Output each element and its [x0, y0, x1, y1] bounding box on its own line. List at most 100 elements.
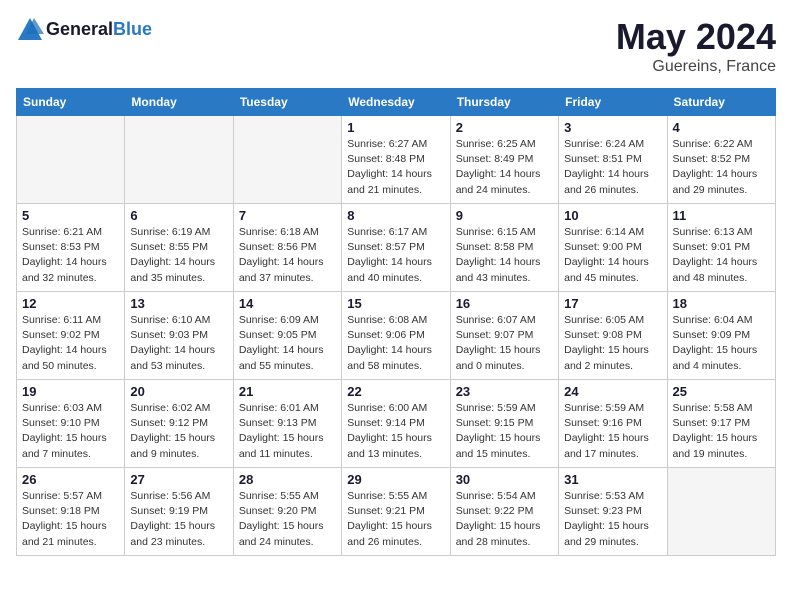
day-info: Sunrise: 6:14 AMSunset: 9:00 PMDaylight:… [564, 225, 661, 286]
page-header: GeneralBlue May 2024 Guereins, France [16, 16, 776, 76]
day-number: 5 [22, 208, 119, 223]
day-number: 24 [564, 384, 661, 399]
day-info: Sunrise: 5:59 AMSunset: 9:15 PMDaylight:… [456, 401, 553, 462]
calendar-cell: 2 Sunrise: 6:25 AMSunset: 8:49 PMDaylight… [450, 116, 558, 204]
weekday-header-monday: Monday [125, 89, 233, 116]
day-info: Sunrise: 6:03 AMSunset: 9:10 PMDaylight:… [22, 401, 119, 462]
logo-icon [16, 16, 44, 44]
day-info: Sunrise: 5:58 AMSunset: 9:17 PMDaylight:… [673, 401, 770, 462]
day-number: 18 [673, 296, 770, 311]
calendar-cell: 23 Sunrise: 5:59 AMSunset: 9:15 PMDayligh… [450, 380, 558, 468]
day-info: Sunrise: 6:17 AMSunset: 8:57 PMDaylight:… [347, 225, 444, 286]
day-number: 7 [239, 208, 336, 223]
day-info: Sunrise: 6:05 AMSunset: 9:08 PMDaylight:… [564, 313, 661, 374]
week-row-1: 1Sunrise: 6:27 AMSunset: 8:48 PMDaylight… [17, 116, 776, 204]
day-number: 31 [564, 472, 661, 487]
day-number: 14 [239, 296, 336, 311]
calendar-cell [667, 468, 775, 556]
calendar-cell: 19 Sunrise: 6:03 AMSunset: 9:10 PMDayligh… [17, 380, 125, 468]
calendar-cell: 6 Sunrise: 6:19 AMSunset: 8:55 PMDaylight… [125, 204, 233, 292]
day-info: Sunrise: 6:01 AMSunset: 9:13 PMDaylight:… [239, 401, 336, 462]
calendar-cell: 22 Sunrise: 6:00 AMSunset: 9:14 PMDayligh… [342, 380, 450, 468]
calendar-cell: 18 Sunrise: 6:04 AMSunset: 9:09 PMDayligh… [667, 292, 775, 380]
week-row-5: 26Sunrise: 5:57 AMSunset: 9:18 PMDayligh… [17, 468, 776, 556]
day-info: Sunrise: 6:19 AMSunset: 8:55 PMDaylight:… [130, 225, 227, 286]
weekday-header-tuesday: Tuesday [233, 89, 341, 116]
day-info: Sunrise: 5:54 AMSunset: 9:22 PMDaylight:… [456, 489, 553, 550]
logo-blue: Blue [113, 19, 152, 39]
day-info: Sunrise: 6:08 AMSunset: 9:06 PMDaylight:… [347, 313, 444, 374]
day-number: 22 [347, 384, 444, 399]
logo: GeneralBlue [16, 16, 152, 44]
calendar-cell: 15Sunrise: 6:08 AMSunset: 9:06 PMDayligh… [342, 292, 450, 380]
day-number: 4 [673, 120, 770, 135]
calendar-cell: 4 Sunrise: 6:22 AMSunset: 8:52 PMDaylight… [667, 116, 775, 204]
calendar-cell: 24 Sunrise: 5:59 AMSunset: 9:16 PMDayligh… [559, 380, 667, 468]
month-year: May 2024 [616, 16, 776, 58]
calendar-cell: 17 Sunrise: 6:05 AMSunset: 9:08 PMDayligh… [559, 292, 667, 380]
day-number: 20 [130, 384, 227, 399]
day-info: Sunrise: 5:55 AMSunset: 9:21 PMDaylight:… [347, 489, 444, 550]
day-info: Sunrise: 6:04 AMSunset: 9:09 PMDaylight:… [673, 313, 770, 374]
calendar-cell: 11Sunrise: 6:13 AMSunset: 9:01 PMDayligh… [667, 204, 775, 292]
day-info: Sunrise: 6:25 AMSunset: 8:49 PMDaylight:… [456, 137, 553, 198]
day-info: Sunrise: 6:00 AMSunset: 9:14 PMDaylight:… [347, 401, 444, 462]
calendar-cell: 27 Sunrise: 5:56 AMSunset: 9:19 PMDayligh… [125, 468, 233, 556]
day-number: 13 [130, 296, 227, 311]
day-info: Sunrise: 6:21 AMSunset: 8:53 PMDaylight:… [22, 225, 119, 286]
day-info: Sunrise: 6:27 AMSunset: 8:48 PMDaylight:… [347, 137, 444, 198]
logo-general: General [46, 19, 113, 39]
day-number: 2 [456, 120, 553, 135]
day-info: Sunrise: 6:18 AMSunset: 8:56 PMDaylight:… [239, 225, 336, 286]
calendar-cell: 10 Sunrise: 6:14 AMSunset: 9:00 PMDayligh… [559, 204, 667, 292]
calendar-cell: 14 Sunrise: 6:09 AMSunset: 9:05 PMDayligh… [233, 292, 341, 380]
week-row-4: 19 Sunrise: 6:03 AMSunset: 9:10 PMDayligh… [17, 380, 776, 468]
day-info: Sunrise: 5:59 AMSunset: 9:16 PMDaylight:… [564, 401, 661, 462]
day-number: 16 [456, 296, 553, 311]
day-number: 19 [22, 384, 119, 399]
day-info: Sunrise: 6:13 AMSunset: 9:01 PMDaylight:… [673, 225, 770, 286]
day-info: Sunrise: 6:11 AMSunset: 9:02 PMDaylight:… [22, 313, 119, 374]
day-info: Sunrise: 5:53 AMSunset: 9:23 PMDaylight:… [564, 489, 661, 550]
weekday-header-row: SundayMondayTuesdayWednesdayThursdayFrid… [17, 89, 776, 116]
day-info: Sunrise: 6:24 AMSunset: 8:51 PMDaylight:… [564, 137, 661, 198]
day-info: Sunrise: 6:07 AMSunset: 9:07 PMDaylight:… [456, 313, 553, 374]
calendar-cell: 12 Sunrise: 6:11 AMSunset: 9:02 PMDayligh… [17, 292, 125, 380]
day-number: 29 [347, 472, 444, 487]
calendar-cell: 25 Sunrise: 5:58 AMSunset: 9:17 PMDayligh… [667, 380, 775, 468]
day-info: Sunrise: 6:10 AMSunset: 9:03 PMDaylight:… [130, 313, 227, 374]
day-number: 9 [456, 208, 553, 223]
calendar-cell: 13 Sunrise: 6:10 AMSunset: 9:03 PMDayligh… [125, 292, 233, 380]
calendar-cell: 16 Sunrise: 6:07 AMSunset: 9:07 PMDayligh… [450, 292, 558, 380]
day-info: Sunrise: 5:56 AMSunset: 9:19 PMDaylight:… [130, 489, 227, 550]
calendar-cell [233, 116, 341, 204]
day-info: Sunrise: 6:15 AMSunset: 8:58 PMDaylight:… [456, 225, 553, 286]
day-number: 3 [564, 120, 661, 135]
calendar-cell: 31 Sunrise: 5:53 AMSunset: 9:23 PMDayligh… [559, 468, 667, 556]
day-number: 10 [564, 208, 661, 223]
calendar-cell: 29 Sunrise: 5:55 AMSunset: 9:21 PMDayligh… [342, 468, 450, 556]
calendar-cell: 9 Sunrise: 6:15 AMSunset: 8:58 PMDaylight… [450, 204, 558, 292]
day-number: 12 [22, 296, 119, 311]
day-number: 26 [22, 472, 119, 487]
day-number: 27 [130, 472, 227, 487]
calendar-cell: 28Sunrise: 5:55 AMSunset: 9:20 PMDayligh… [233, 468, 341, 556]
calendar-cell [17, 116, 125, 204]
day-number: 8 [347, 208, 444, 223]
day-info: Sunrise: 6:02 AMSunset: 9:12 PMDaylight:… [130, 401, 227, 462]
calendar-cell: 1Sunrise: 6:27 AMSunset: 8:48 PMDaylight… [342, 116, 450, 204]
day-number: 25 [673, 384, 770, 399]
calendar-cell: 30 Sunrise: 5:54 AMSunset: 9:22 PMDayligh… [450, 468, 558, 556]
calendar-cell: 8 Sunrise: 6:17 AMSunset: 8:57 PMDaylight… [342, 204, 450, 292]
title-block: May 2024 Guereins, France [616, 16, 776, 76]
weekday-header-saturday: Saturday [667, 89, 775, 116]
day-info: Sunrise: 5:55 AMSunset: 9:20 PMDaylight:… [239, 489, 336, 550]
day-number: 6 [130, 208, 227, 223]
day-info: Sunrise: 6:09 AMSunset: 9:05 PMDaylight:… [239, 313, 336, 374]
calendar-cell [125, 116, 233, 204]
day-info: Sunrise: 6:22 AMSunset: 8:52 PMDaylight:… [673, 137, 770, 198]
day-number: 30 [456, 472, 553, 487]
day-number: 23 [456, 384, 553, 399]
day-number: 17 [564, 296, 661, 311]
weekday-header-sunday: Sunday [17, 89, 125, 116]
